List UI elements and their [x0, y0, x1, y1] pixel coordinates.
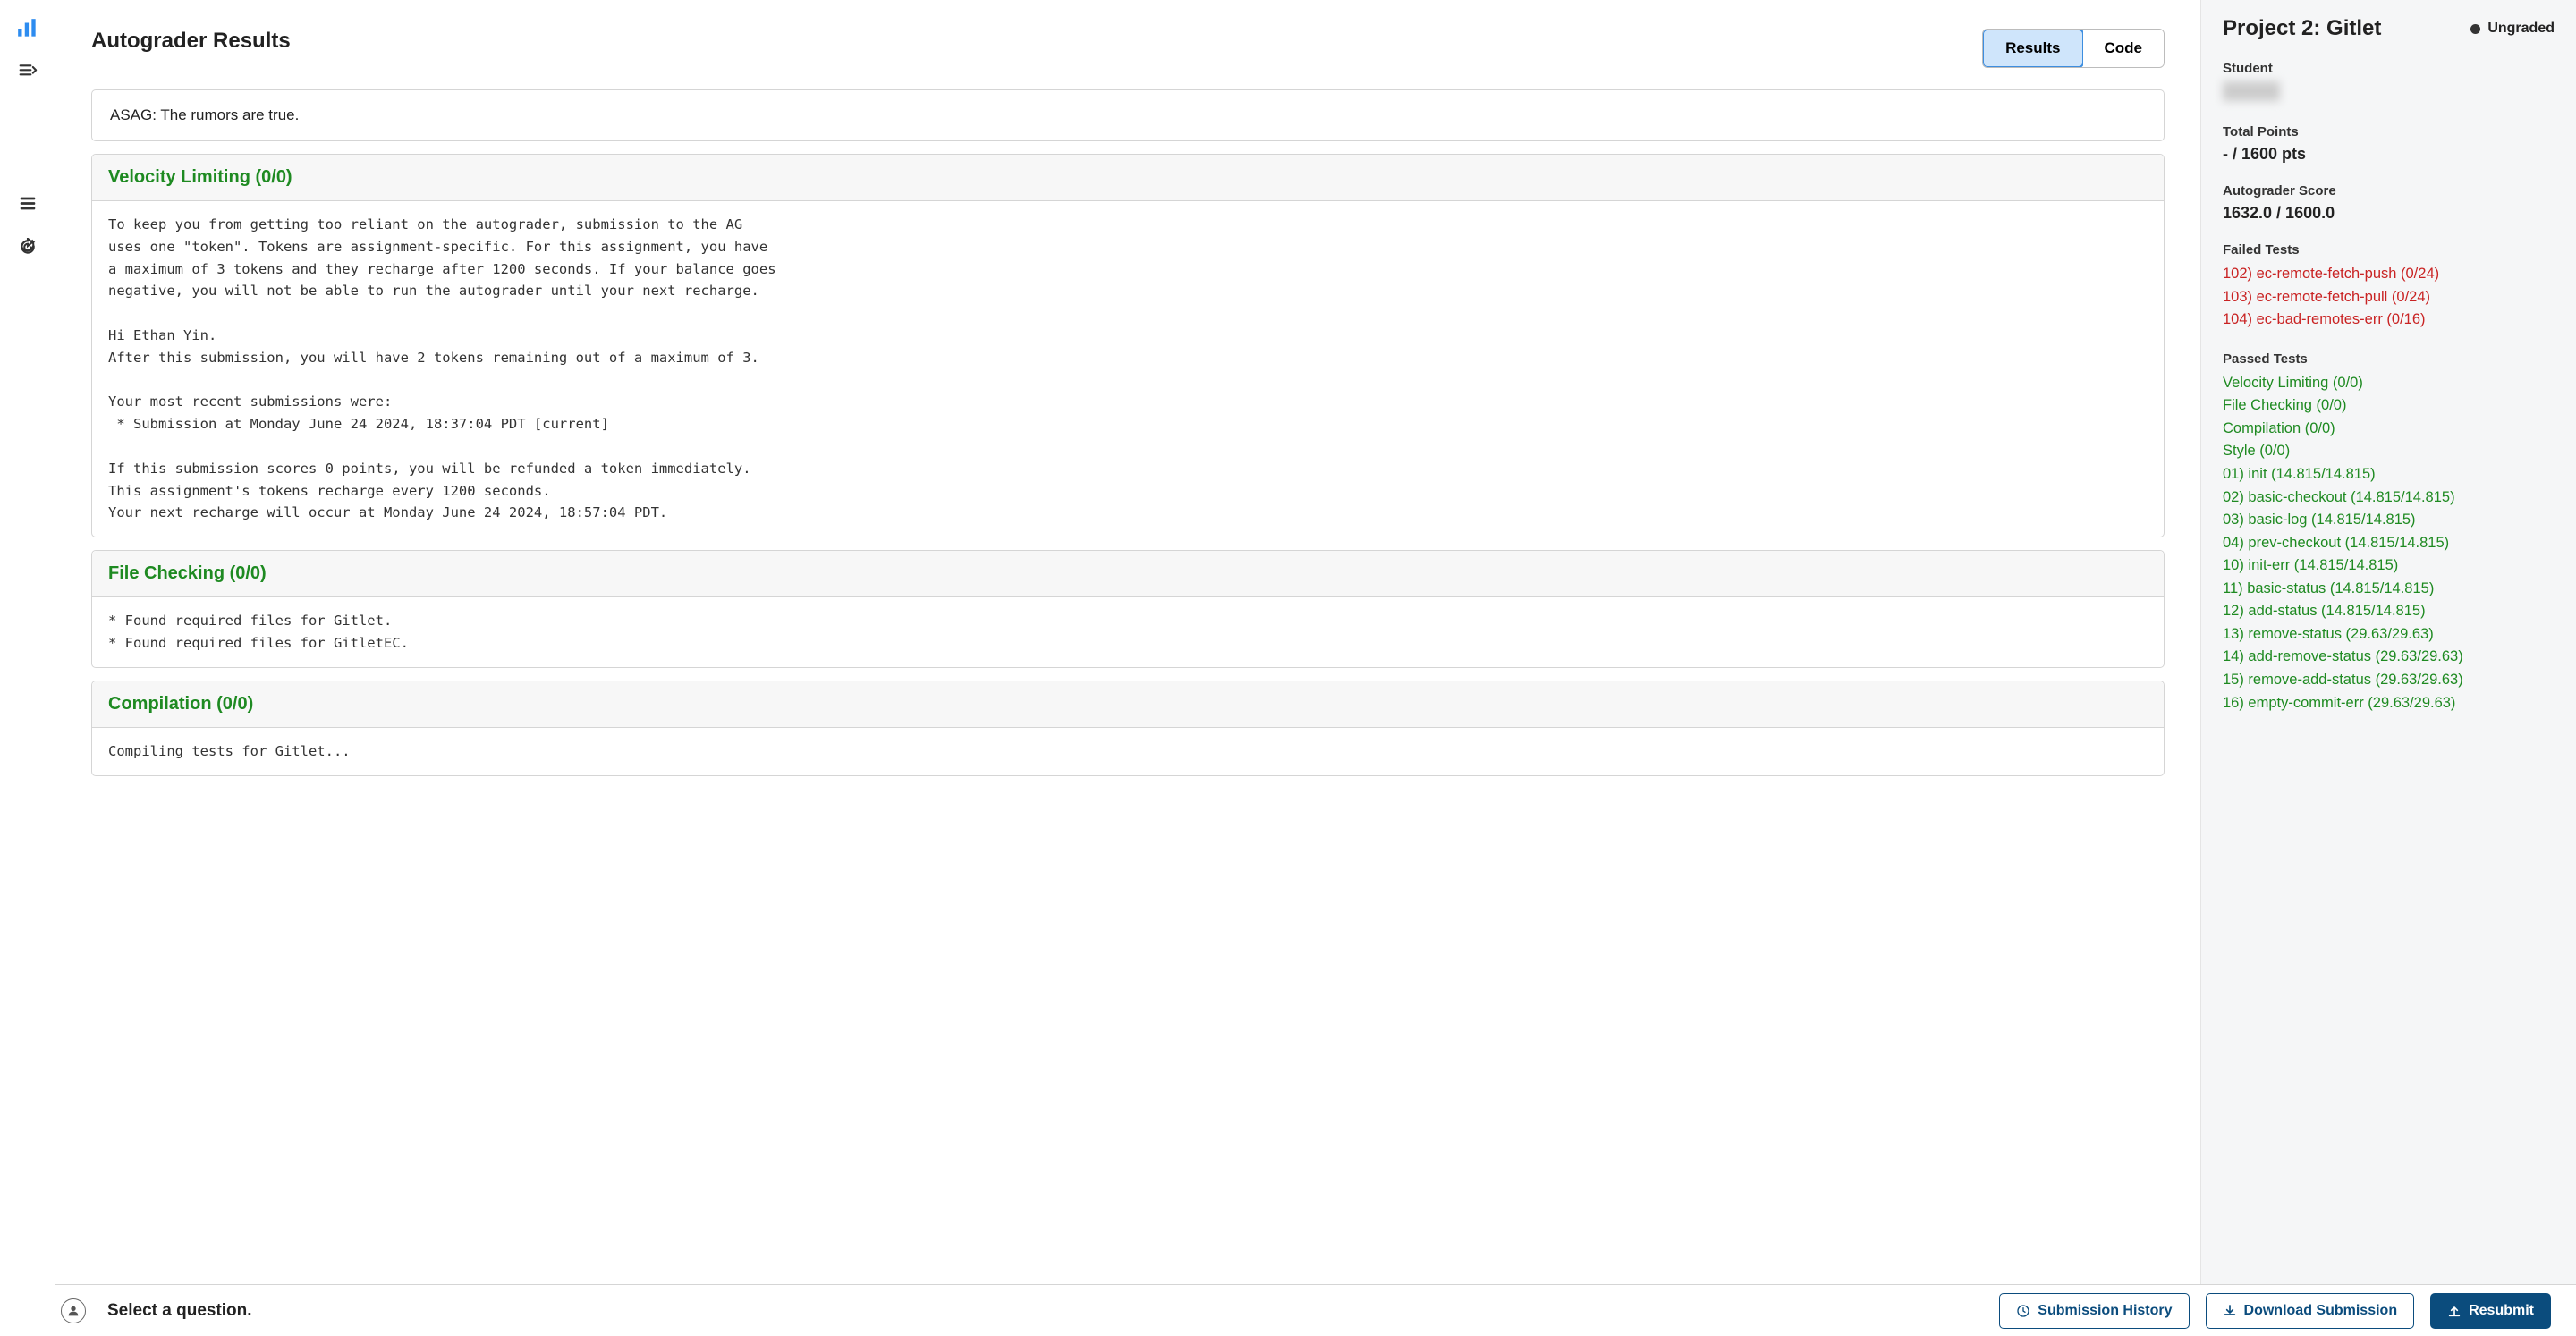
passed-test-link[interactable]: 02) basic-checkout (14.815/14.815) [2223, 486, 2555, 510]
menu-toggle-icon[interactable] [13, 57, 42, 86]
passed-test-link[interactable]: 10) init-err (14.815/14.815) [2223, 554, 2555, 578]
logo-bars-icon[interactable] [13, 14, 42, 43]
passed-tests-label: Passed Tests [2223, 351, 2555, 367]
filecheck-section: File Checking (0/0) * Found required fil… [91, 550, 2165, 668]
questions-icon[interactable] [13, 190, 42, 218]
filecheck-title[interactable]: File Checking (0/0) [92, 551, 2164, 597]
clock-icon [2016, 1304, 2030, 1318]
passed-test-link[interactable]: Velocity Limiting (0/0) [2223, 372, 2555, 395]
passed-test-link[interactable]: Style (0/0) [2223, 440, 2555, 463]
footer-prompt: Select a question. [107, 1301, 252, 1321]
passed-test-link[interactable]: 12) add-status (14.815/14.815) [2223, 600, 2555, 623]
filecheck-body: * Found required files for Gitlet. * Fou… [92, 597, 2164, 667]
submission-history-button[interactable]: Submission History [1999, 1293, 2189, 1329]
page-title: Autograder Results [91, 29, 291, 54]
passed-test-link[interactable]: 14) add-remove-status (29.63/29.63) [2223, 646, 2555, 669]
passed-test-link[interactable]: File Checking (0/0) [2223, 394, 2555, 418]
tab-code[interactable]: Code [2083, 30, 2165, 67]
failed-tests-label: Failed Tests [2223, 242, 2555, 258]
passed-test-link[interactable]: 16) empty-commit-err (29.63/29.63) [2223, 692, 2555, 715]
failed-test-link[interactable]: 103) ec-remote-fetch-pull (0/24) [2223, 286, 2555, 309]
status-dot-icon [2470, 24, 2480, 34]
student-name-redacted [2223, 81, 2280, 101]
status-badge: Ungraded [2470, 21, 2555, 37]
passed-test-link[interactable]: 11) basic-status (14.815/14.815) [2223, 578, 2555, 601]
passed-test-link[interactable]: 15) remove-add-status (29.63/29.63) [2223, 669, 2555, 692]
nav-rail [0, 0, 55, 1336]
download-submission-button[interactable]: Download Submission [2206, 1293, 2415, 1329]
tab-results[interactable]: Results [1982, 29, 2083, 68]
project-title: Project 2: Gitlet [2223, 16, 2381, 41]
passed-test-link[interactable]: 04) prev-checkout (14.815/14.815) [2223, 532, 2555, 555]
velocity-title[interactable]: Velocity Limiting (0/0) [92, 155, 2164, 201]
autograder-value: 1632.0 / 1600.0 [2223, 204, 2555, 223]
avatar-icon[interactable] [61, 1298, 86, 1323]
passed-test-link[interactable]: 03) basic-log (14.815/14.815) [2223, 509, 2555, 532]
student-label: Student [2223, 61, 2555, 76]
velocity-section: Velocity Limiting (0/0) To keep you from… [91, 154, 2165, 537]
footer-bar: Select a question. Submission History Do… [55, 1284, 2576, 1336]
summary-panel: Project 2: Gitlet Ungraded Student Total… [2200, 0, 2576, 1284]
passed-test-link[interactable]: 01) init (14.815/14.815) [2223, 463, 2555, 486]
compilation-title[interactable]: Compilation (0/0) [92, 681, 2164, 728]
passed-test-link[interactable]: Compilation (0/0) [2223, 418, 2555, 441]
resubmit-button[interactable]: Resubmit [2430, 1293, 2551, 1329]
asag-notice: ASAG: The rumors are true. [91, 89, 2165, 141]
refresh-icon[interactable] [13, 233, 42, 261]
compilation-body: Compiling tests for Gitlet... [92, 728, 2164, 775]
download-icon [2223, 1304, 2237, 1318]
total-points-value: - / 1600 pts [2223, 145, 2555, 164]
passed-test-link[interactable]: 13) remove-status (29.63/29.63) [2223, 623, 2555, 647]
velocity-body: To keep you from getting too reliant on … [92, 201, 2164, 537]
tab-group: Results Code [1982, 29, 2165, 68]
status-text: Ungraded [2487, 21, 2555, 37]
total-points-label: Total Points [2223, 124, 2555, 140]
failed-test-link[interactable]: 104) ec-bad-remotes-err (0/16) [2223, 309, 2555, 332]
failed-test-link[interactable]: 102) ec-remote-fetch-push (0/24) [2223, 263, 2555, 286]
compilation-section: Compilation (0/0) Compiling tests for Gi… [91, 681, 2165, 776]
upload-icon [2447, 1304, 2462, 1318]
autograder-label: Autograder Score [2223, 183, 2555, 199]
main-content: Autograder Results Results Code ASAG: Th… [55, 0, 2200, 1284]
